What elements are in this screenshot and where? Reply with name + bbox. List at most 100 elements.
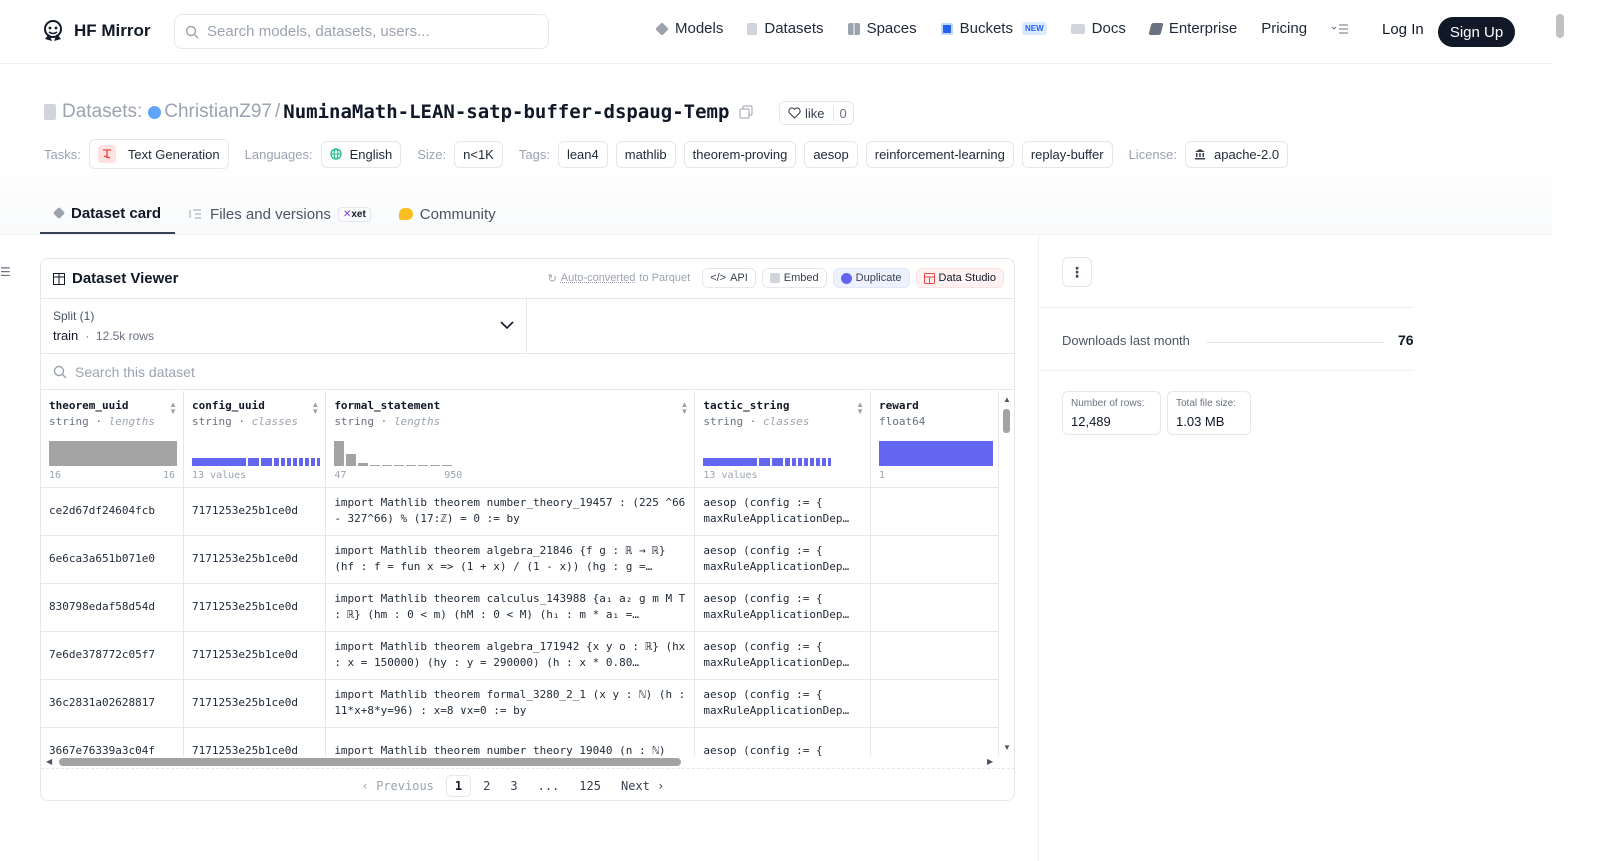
table-row[interactable]: 3667e76339a3c04f 7171253e25b1ce0d import M…: [41, 727, 999, 756]
class-bar[interactable]: [317, 458, 320, 466]
table-cell[interactable]: 7171253e25b1ce0d: [183, 583, 327, 632]
histogram-bar[interactable]: [346, 454, 357, 466]
class-bar[interactable]: [798, 458, 803, 466]
histogram-bar[interactable]: [334, 441, 345, 466]
histogram-bar[interactable]: [879, 441, 994, 466]
api-button[interactable]: </> API: [702, 268, 756, 288]
histogram[interactable]: [879, 440, 994, 466]
task-tag[interactable]: Text Generation: [88, 139, 229, 169]
table-hscrollbar-thumb[interactable]: [59, 758, 681, 766]
table-hscrollbar[interactable]: ◀ ▶: [41, 756, 999, 768]
table-cell[interactable]: aesop (config := {: [694, 727, 872, 756]
tab-community[interactable]: Community: [385, 194, 510, 234]
table-cell[interactable]: 3667e76339a3c04f: [41, 727, 184, 756]
nav-spaces[interactable]: Spaces: [847, 20, 917, 37]
sort-icon[interactable]: ▲ ▼: [856, 401, 864, 416]
table-cell[interactable]: 7171253e25b1ce0d: [183, 727, 327, 756]
class-bar[interactable]: [248, 458, 259, 466]
nav-datasets[interactable]: Datasets: [747, 20, 824, 37]
page-button[interactable]: 2: [475, 776, 498, 796]
histogram-bar[interactable]: [382, 465, 393, 466]
page-button[interactable]: 3: [502, 776, 525, 796]
table-vscrollbar-thumb[interactable]: [1003, 409, 1010, 433]
histogram[interactable]: [49, 440, 177, 466]
table-row[interactable]: 6e6ca3a651b071e0 7171253e25b1ce0d import M…: [41, 535, 999, 584]
histogram-bar[interactable]: [394, 465, 405, 466]
tab-dataset-card[interactable]: Dataset card: [40, 194, 176, 234]
histogram-bar[interactable]: [358, 463, 369, 466]
histogram-bar[interactable]: [418, 465, 429, 466]
breadcrumb-owner[interactable]: ChristianZ97: [164, 101, 272, 123]
table-cell[interactable]: [870, 583, 999, 632]
class-bar[interactable]: [305, 458, 309, 466]
class-bar[interactable]: [287, 458, 291, 466]
global-search-input[interactable]: [207, 23, 527, 40]
scroll-up-icon[interactable]: ▲: [1003, 395, 1011, 404]
tag-reinforcement-learning[interactable]: reinforcement-learning: [865, 140, 1014, 168]
table-cell[interactable]: [870, 535, 999, 584]
split-selector[interactable]: Split (1) train · 12.5k rows: [41, 299, 527, 353]
next-page-button[interactable]: Next ›: [613, 776, 672, 796]
table-row[interactable]: ce2d67df24604fcb 7171253e25b1ce0d import M…: [41, 487, 999, 536]
table-row[interactable]: 7e6de378772c05f7 7171253e25b1ce0d import M…: [41, 631, 999, 680]
nav-models[interactable]: Models: [655, 20, 723, 37]
like-button[interactable]: like 0: [779, 101, 854, 125]
sort-icon[interactable]: ▲ ▼: [680, 401, 688, 416]
class-bar[interactable]: [822, 458, 827, 466]
class-bar[interactable]: [311, 458, 315, 466]
column-header[interactable]: tactic_string string · classes ▲ ▼ 13 val…: [694, 391, 872, 488]
table-cell[interactable]: [870, 679, 999, 728]
table-cell[interactable]: import Mathlib theorem number_theory_190…: [325, 727, 696, 756]
prev-page-button[interactable]: ‹ Previous: [354, 776, 442, 796]
table-cell[interactable]: 7e6de378772c05f7: [41, 631, 184, 680]
class-bar[interactable]: [703, 458, 758, 466]
column-header[interactable]: config_uuid string · classes ▲ ▼ 13 value…: [183, 391, 327, 488]
dataset-search[interactable]: [41, 354, 1014, 390]
table-cell[interactable]: 830798edaf58d54d: [41, 583, 184, 632]
embed-button[interactable]: Embed: [761, 268, 827, 288]
class-bar[interactable]: [792, 458, 797, 466]
table-cell[interactable]: import Mathlib theorem number_theory_194…: [325, 487, 696, 536]
data-studio-button[interactable]: Data Studio: [915, 268, 1004, 288]
table-cell[interactable]: 7171253e25b1ce0d: [183, 487, 327, 536]
tag-theorem-proving[interactable]: theorem-proving: [683, 140, 797, 168]
class-distribution[interactable]: [192, 440, 320, 466]
repo-name[interactable]: NuminaMath-LEAN-satp-buffer-dspaug-Temp: [283, 101, 729, 123]
more-options-button[interactable]: ⋮: [1062, 257, 1092, 287]
global-search[interactable]: [174, 14, 549, 49]
table-cell[interactable]: 7171253e25b1ce0d: [183, 631, 327, 680]
table-cell[interactable]: ce2d67df24604fcb: [41, 487, 184, 536]
page-button[interactable]: 1: [445, 774, 472, 797]
class-bar[interactable]: [281, 458, 285, 466]
scroll-left-icon[interactable]: ◀: [46, 757, 52, 766]
sort-icon[interactable]: ▲ ▼: [169, 401, 177, 416]
class-distribution[interactable]: [703, 440, 832, 466]
toc-toggle-icon[interactable]: ☰: [0, 265, 11, 279]
column-header[interactable]: reward float64 1: [870, 391, 999, 488]
nav-docs[interactable]: Docs: [1070, 20, 1126, 37]
tag-replay-buffer[interactable]: replay-buffer: [1021, 140, 1113, 168]
table-cell[interactable]: aesop (config := { maxRuleApplicationDep…: [694, 631, 872, 680]
table-vscrollbar[interactable]: ▲ ▼: [999, 391, 1014, 756]
table-cell[interactable]: import Mathlib theorem calculus_143988 {…: [325, 583, 696, 632]
table-cell[interactable]: [870, 487, 999, 536]
auto-converted-link[interactable]: Auto-converted: [561, 272, 636, 284]
table-cell[interactable]: 7171253e25b1ce0d: [183, 679, 327, 728]
page-scrollbar[interactable]: [1552, 0, 1568, 861]
size-tag[interactable]: n<1K: [454, 140, 503, 168]
class-bar[interactable]: [816, 458, 821, 466]
histogram-bar[interactable]: [370, 465, 381, 466]
scroll-right-icon[interactable]: ▶: [987, 757, 993, 766]
nav-more-menu[interactable]: [1331, 24, 1349, 34]
tag-mathlib[interactable]: mathlib: [615, 140, 676, 168]
page-button[interactable]: 125: [571, 776, 609, 796]
class-bar[interactable]: [299, 458, 303, 466]
table-row[interactable]: 830798edaf58d54d 7171253e25b1ce0d import M…: [41, 583, 999, 632]
page-scrollbar-thumb[interactable]: [1556, 14, 1564, 38]
nav-enterprise[interactable]: Enterprise: [1148, 20, 1237, 37]
class-bar[interactable]: [828, 458, 832, 466]
license-tag[interactable]: apache-2.0: [1185, 140, 1289, 168]
breadcrumb-section[interactable]: Datasets:: [62, 101, 142, 123]
histogram-bar[interactable]: [442, 465, 453, 466]
class-bar[interactable]: [192, 458, 246, 466]
